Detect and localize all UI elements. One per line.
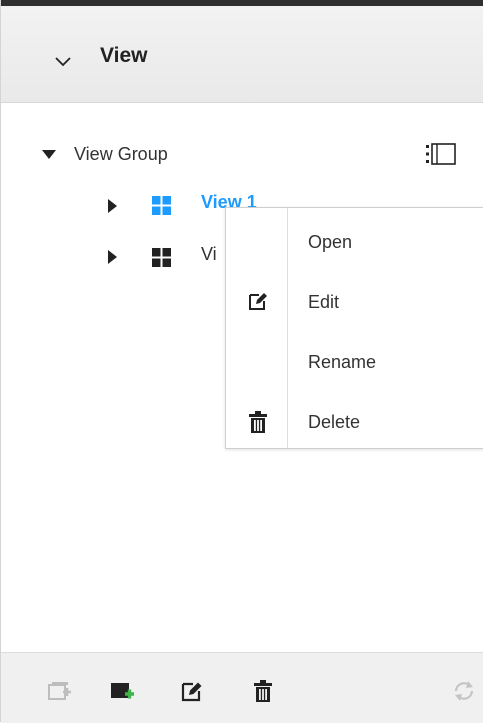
add-view-icon[interactable] — [111, 680, 135, 702]
tree-group-label[interactable]: View Group — [74, 144, 168, 165]
edit-icon — [249, 293, 267, 310]
footer-toolbar — [1, 652, 483, 723]
panel-title: View — [100, 44, 148, 67]
caret-down-icon[interactable] — [42, 150, 56, 160]
context-menu-open[interactable]: Open — [226, 211, 483, 271]
add-view-disabled-icon[interactable] — [48, 680, 72, 702]
menu-item-label: Open — [308, 232, 353, 252]
panel-header[interactable]: View — [1, 6, 483, 103]
menu-item-label: Delete — [308, 412, 361, 432]
context-menu-rename[interactable]: Rename — [226, 331, 483, 391]
caret-right-icon[interactable] — [108, 199, 117, 213]
grid-layout-icon — [152, 248, 171, 267]
menu-item-label: Rename — [308, 352, 377, 372]
context-menu-delete[interactable]: Delete — [226, 391, 483, 451]
context-menu: Open Edit Rename Delete — [225, 207, 483, 449]
delete-icon[interactable] — [251, 680, 275, 702]
chevron-down-icon[interactable] — [55, 53, 71, 69]
tree-item-label: Vi — [201, 244, 217, 264]
refresh-icon[interactable] — [452, 680, 476, 702]
trash-icon — [249, 411, 267, 433]
edit-icon[interactable] — [180, 680, 204, 702]
view-panel: View View Group View 1 Vi Open Edit Rena… — [0, 0, 483, 723]
list-view-icon[interactable] — [426, 143, 456, 165]
grid-layout-icon — [152, 196, 171, 215]
context-menu-edit[interactable]: Edit — [226, 271, 483, 331]
caret-right-icon[interactable] — [108, 250, 117, 264]
menu-item-label: Edit — [308, 292, 340, 312]
